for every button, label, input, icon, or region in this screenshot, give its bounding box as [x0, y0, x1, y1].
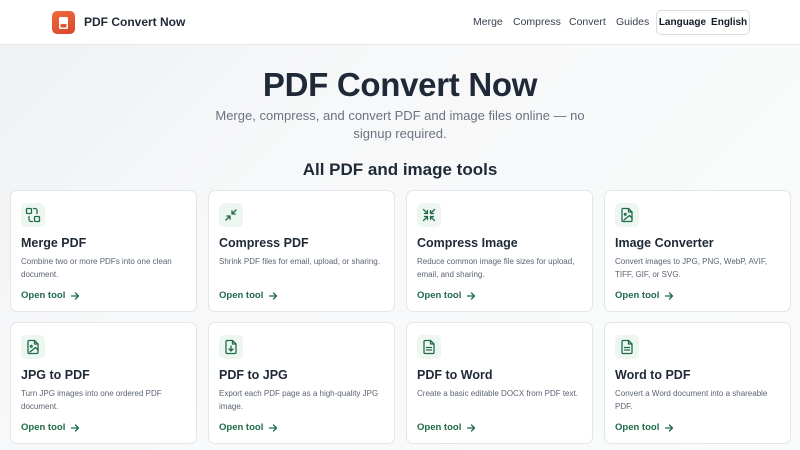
- tool-title: Image Converter: [615, 236, 714, 250]
- tool-card-image-converter[interactable]: Image Converter Convert images to JPG, P…: [604, 190, 791, 312]
- tool-card-pdf-to-word[interactable]: PDF to Word Create a basic editable DOCX…: [406, 322, 593, 444]
- arrow-right-icon: [467, 291, 476, 300]
- tool-title: PDF to Word: [417, 368, 493, 382]
- arrow-right-icon: [665, 291, 674, 300]
- arrow-right-icon: [71, 423, 80, 432]
- tool-description: Create a basic editable DOCX from PDF te…: [417, 389, 578, 398]
- open-tool-label: Open tool: [219, 422, 264, 433]
- nav-link-guides[interactable]: Guides: [616, 16, 649, 28]
- arrow-right-icon: [269, 291, 278, 300]
- tool-title: JPG to PDF: [21, 368, 90, 382]
- nav-link-merge[interactable]: Merge: [473, 16, 503, 28]
- top-navigation-bar: PDF Convert Now Merge Compress Convert G…: [0, 0, 800, 45]
- tool-card-merge-pdf[interactable]: Merge PDF Combine two or more PDFs into …: [10, 190, 197, 312]
- language-value: English: [711, 17, 748, 28]
- document-icon: [417, 335, 441, 359]
- compress-icon: [417, 203, 441, 227]
- arrow-right-icon: [665, 423, 674, 432]
- tool-title: Merge PDF: [21, 236, 87, 250]
- open-tool-link[interactable]: Open tool: [219, 422, 278, 433]
- brand-name[interactable]: PDF Convert Now: [84, 15, 185, 29]
- tools-section-title: All PDF and image tools: [302, 160, 498, 179]
- tool-card-word-to-pdf[interactable]: Word to PDF Convert a Word document into…: [604, 322, 791, 444]
- arrow-right-icon: [269, 423, 278, 432]
- arrow-right-icon: [71, 291, 80, 300]
- image-file-icon: [615, 203, 639, 227]
- tool-title: Compress PDF: [219, 236, 309, 250]
- open-tool-label: Open tool: [615, 422, 660, 433]
- open-tool-label: Open tool: [615, 290, 660, 301]
- open-tool-link[interactable]: Open tool: [615, 422, 674, 433]
- open-tool-label: Open tool: [417, 422, 462, 433]
- nav-link-compress[interactable]: Compress: [513, 16, 561, 28]
- tool-card-compress-pdf[interactable]: Compress PDF Shrink PDF files for email,…: [208, 190, 395, 312]
- hero-title: PDF Convert Now: [262, 66, 538, 103]
- language-selector-button[interactable]: Language English: [656, 10, 750, 35]
- open-tool-link[interactable]: Open tool: [219, 290, 278, 301]
- brand-logo-icon[interactable]: [52, 11, 75, 34]
- open-tool-link[interactable]: Open tool: [21, 290, 80, 301]
- merge-icon: [21, 203, 45, 227]
- tool-card-pdf-to-jpg[interactable]: PDF to JPG Export each PDF page as a hig…: [208, 322, 395, 444]
- open-tool-label: Open tool: [21, 422, 66, 433]
- tool-title: Word to PDF: [615, 368, 691, 382]
- document-icon: [615, 335, 639, 359]
- tool-description: Convert images to JPG, PNG, WebP, AVIF, …: [615, 257, 768, 279]
- nav-link-convert[interactable]: Convert: [569, 16, 606, 28]
- tool-description: Shrink PDF files for email, upload, or s…: [219, 257, 380, 266]
- open-tool-link[interactable]: Open tool: [21, 422, 80, 433]
- arrow-right-icon: [467, 423, 476, 432]
- tool-description: Export each PDF page as a high-quality J…: [219, 389, 379, 411]
- tool-card-compress-image[interactable]: Compress Image Reduce common image file …: [406, 190, 593, 312]
- open-tool-link[interactable]: Open tool: [417, 422, 476, 433]
- file-export-icon: [219, 335, 243, 359]
- tool-title: PDF to JPG: [219, 368, 288, 382]
- open-tool-label: Open tool: [219, 290, 264, 301]
- tool-description: Combine two or more PDFs into one clean …: [21, 257, 172, 279]
- open-tool-link[interactable]: Open tool: [615, 290, 674, 301]
- tool-description: Convert a Word document into a shareable…: [615, 389, 768, 411]
- language-label: Language: [658, 17, 707, 28]
- tool-title: Compress Image: [417, 236, 518, 250]
- open-tool-link[interactable]: Open tool: [417, 290, 476, 301]
- tool-card-jpg-to-pdf[interactable]: JPG to PDF Turn JPG images into one orde…: [10, 322, 197, 444]
- tool-description: Turn JPG images into one ordered PDF doc…: [21, 389, 162, 411]
- open-tool-label: Open tool: [21, 290, 66, 301]
- hero-subtitle: Merge, compress, and convert PDF and ima…: [215, 108, 585, 141]
- tool-description: Reduce common image file sizes for uploa…: [417, 257, 575, 279]
- image-file-icon: [21, 335, 45, 359]
- open-tool-label: Open tool: [417, 290, 462, 301]
- compress-icon: [219, 203, 243, 227]
